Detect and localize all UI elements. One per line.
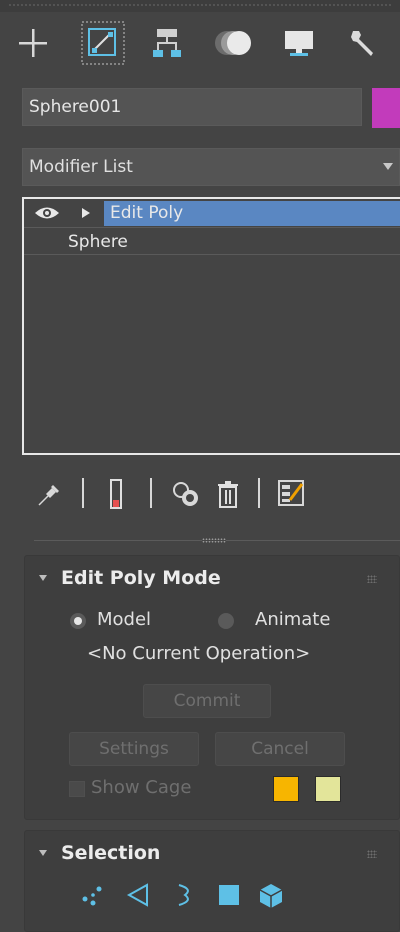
tab-create[interactable] bbox=[4, 18, 62, 68]
model-radio-label: Model bbox=[97, 609, 152, 630]
toolbar-separator bbox=[150, 478, 152, 508]
collapse-triangle-icon[interactable] bbox=[39, 850, 47, 856]
polygon-icon[interactable] bbox=[215, 881, 243, 909]
remove-modifier-icon[interactable] bbox=[214, 478, 242, 510]
stack-item-sphere[interactable]: Sphere bbox=[24, 227, 400, 255]
stack-toolbar bbox=[22, 468, 400, 518]
tab-modify[interactable] bbox=[74, 18, 132, 68]
wrench-icon bbox=[351, 31, 373, 56]
pin-stack-icon[interactable] bbox=[36, 482, 62, 508]
motion-icon bbox=[215, 31, 251, 55]
rollout-title: Edit Poly Mode bbox=[61, 567, 221, 589]
edit-poly-mode-header[interactable]: Edit Poly Mode bbox=[25, 556, 399, 600]
show-end-result-icon[interactable] bbox=[108, 478, 124, 510]
modifier-list-dropdown[interactable]: Modifier List bbox=[22, 148, 400, 186]
expand-triangle-icon[interactable] bbox=[82, 208, 90, 218]
cage-color-swatch-1[interactable] bbox=[273, 776, 299, 802]
edge-icon[interactable] bbox=[125, 881, 153, 909]
toolbar-separator bbox=[258, 478, 260, 508]
animate-radio[interactable] bbox=[218, 613, 234, 629]
stack-item-edit-poly[interactable]: Edit Poly bbox=[24, 199, 400, 227]
command-panel-tabs bbox=[0, 12, 400, 70]
rollout-drag-grip[interactable] bbox=[367, 850, 377, 858]
tab-utilities[interactable] bbox=[334, 18, 392, 68]
cage-color-swatch-2[interactable] bbox=[315, 776, 341, 802]
element-icon[interactable] bbox=[257, 881, 285, 909]
selection-rollout: Selection bbox=[24, 830, 400, 932]
modifier-stack[interactable]: Edit Poly Sphere bbox=[22, 197, 400, 455]
tab-motion[interactable] bbox=[204, 18, 262, 68]
panel-grip-dots bbox=[8, 4, 392, 6]
eye-icon[interactable] bbox=[34, 205, 60, 221]
modify-icon bbox=[81, 21, 125, 65]
model-radio[interactable] bbox=[70, 613, 86, 629]
panel-resize-grip[interactable] bbox=[202, 538, 226, 543]
commit-button[interactable]: Commit bbox=[143, 684, 271, 718]
display-icon bbox=[285, 31, 313, 56]
toolbar-separator bbox=[82, 478, 84, 508]
stack-item-label: Edit Poly bbox=[110, 203, 184, 223]
hierarchy-icon bbox=[153, 29, 181, 57]
show-cage-label: Show Cage bbox=[91, 777, 192, 798]
make-unique-icon[interactable] bbox=[170, 478, 202, 510]
rollout-drag-grip[interactable] bbox=[367, 575, 377, 583]
vertex-icon[interactable] bbox=[79, 881, 107, 909]
animate-radio-label: Animate bbox=[255, 609, 331, 630]
configure-modifier-sets-icon[interactable] bbox=[276, 478, 306, 508]
collapse-triangle-icon[interactable] bbox=[39, 575, 47, 581]
cancel-button[interactable]: Cancel bbox=[215, 732, 345, 766]
selection-header[interactable]: Selection bbox=[25, 831, 399, 875]
rollout-title: Selection bbox=[61, 842, 161, 864]
border-icon[interactable] bbox=[171, 881, 199, 909]
current-operation-label: <No Current Operation> bbox=[87, 643, 311, 664]
edit-poly-mode-rollout: Edit Poly Mode Model Animate <No Current… bbox=[24, 555, 400, 820]
modifier-list-label: Modifier List bbox=[29, 157, 133, 177]
chevron-down-icon bbox=[383, 163, 393, 170]
object-color-swatch[interactable] bbox=[372, 88, 400, 128]
stack-item-label: Sphere bbox=[68, 232, 128, 252]
object-name-row: Sphere001 bbox=[22, 88, 400, 128]
panel-top-strip bbox=[0, 0, 400, 12]
tab-hierarchy[interactable] bbox=[138, 18, 196, 68]
show-cage-checkbox[interactable] bbox=[69, 781, 85, 797]
settings-button[interactable]: Settings bbox=[69, 732, 199, 766]
tab-display[interactable] bbox=[270, 18, 328, 68]
plus-icon bbox=[19, 29, 47, 57]
object-name-field[interactable]: Sphere001 bbox=[22, 88, 362, 126]
